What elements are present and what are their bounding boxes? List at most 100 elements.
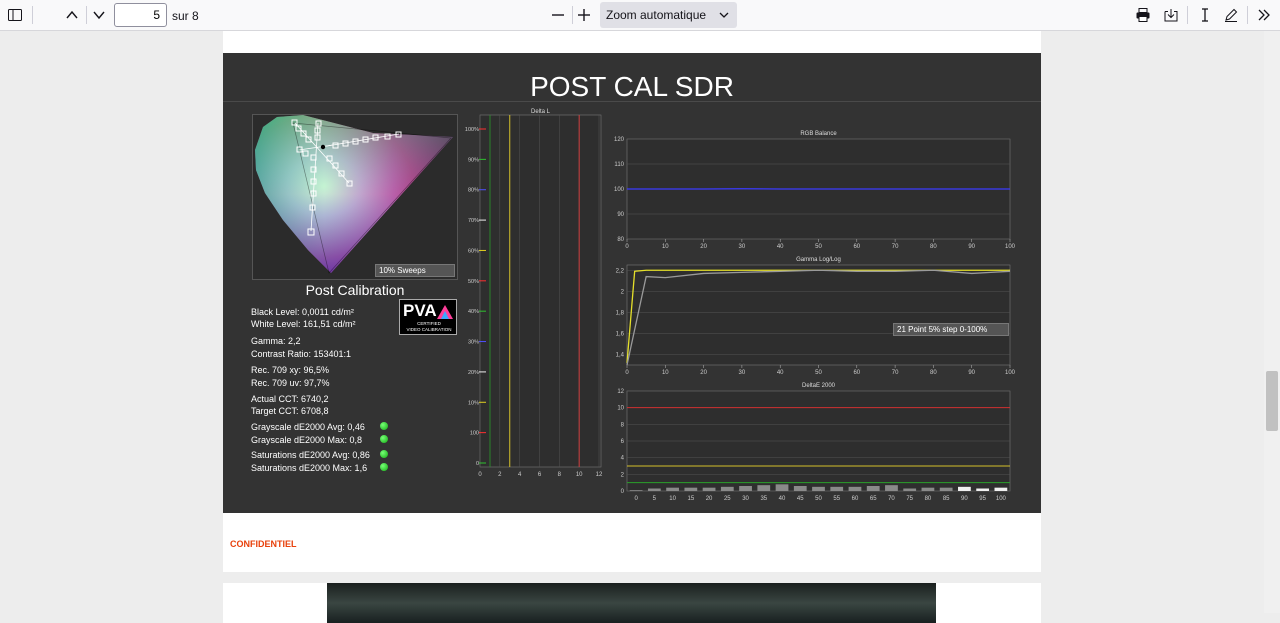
- x-tick-label: 90: [968, 370, 975, 376]
- bar: [776, 484, 789, 491]
- x-tick-label: 100: [996, 496, 1007, 502]
- bar: [648, 489, 661, 492]
- y-tick-label: 100%: [465, 127, 479, 133]
- pdf-toolbar: 5 sur 8 Zoom automatique: [0, 0, 1280, 31]
- x-tick-label: 60: [853, 244, 860, 250]
- x-tick-label: 90: [961, 496, 968, 502]
- y-tick-label: 90%: [468, 157, 479, 163]
- x-tick-label: 35: [760, 496, 767, 502]
- x-tick-label: 10: [669, 496, 676, 502]
- x-tick-label: 10: [662, 244, 669, 250]
- x-tick-label: 65: [870, 496, 877, 502]
- bar: [958, 487, 971, 491]
- x-tick-label: 30: [739, 244, 746, 250]
- x-tick-label: 70: [892, 370, 899, 376]
- calibration-charts: Delta L024681012100%90%80%70%60%50%40%30…: [223, 53, 1041, 513]
- chart-title: Gamma Log/Log: [796, 257, 841, 263]
- draw-pen-icon[interactable]: [1219, 4, 1243, 26]
- vertical-scrollbar[interactable]: [1264, 31, 1280, 613]
- chart-title: Delta L: [531, 109, 551, 115]
- bar: [830, 487, 843, 491]
- y-tick-label: 80%: [468, 188, 479, 194]
- x-tick-label: 100: [1005, 244, 1016, 250]
- y-tick-label: 1,4: [616, 352, 625, 358]
- y-tick-label: 90: [617, 212, 624, 218]
- y-tick-label: 20%: [468, 370, 479, 376]
- zoom-in-icon[interactable]: [572, 4, 596, 26]
- x-tick-label: 20: [706, 496, 713, 502]
- y-tick-label: 40%: [468, 309, 479, 315]
- bar: [903, 489, 916, 492]
- bar: [849, 487, 862, 491]
- x-tick-label: 6: [538, 472, 542, 478]
- bar: [757, 485, 770, 491]
- zoom-select[interactable]: Zoom automatique: [600, 2, 737, 28]
- x-tick-label: 45: [797, 496, 804, 502]
- y-tick-label: 70%: [468, 218, 479, 224]
- x-tick-label: 60: [852, 496, 859, 502]
- y-tick-label: 2,2: [616, 268, 625, 274]
- previous-page-icon[interactable]: [60, 4, 84, 26]
- y-tick-label: 50%: [468, 279, 479, 285]
- sidebar-toggle-icon[interactable]: [3, 4, 27, 26]
- x-tick-label: 12: [596, 472, 603, 478]
- y-tick-label: 1,8: [616, 310, 625, 316]
- page-image: [327, 583, 936, 623]
- toolbar-separator: [1247, 6, 1248, 24]
- x-tick-label: 0: [625, 244, 629, 250]
- plot-area: [627, 265, 1010, 365]
- x-tick-label: 8: [558, 472, 562, 478]
- bar: [666, 488, 679, 491]
- bar: [739, 486, 752, 491]
- x-tick-label: 20: [700, 244, 707, 250]
- gamma-step-select[interactable]: 21 Point 5% step 0-100%: [893, 323, 1009, 336]
- plot-area: [480, 115, 601, 467]
- y-tick-label: 100: [614, 187, 625, 193]
- x-tick-label: 40: [777, 244, 784, 250]
- toolbar-separator: [32, 6, 33, 24]
- x-tick-label: 40: [777, 370, 784, 376]
- bar: [794, 486, 807, 491]
- bar: [940, 488, 953, 491]
- x-tick-label: 25: [724, 496, 731, 502]
- y-tick-label: 8: [621, 422, 625, 428]
- chart-title: DeltaE 2000: [802, 383, 836, 389]
- pdf-page: POST CAL SDR: [223, 31, 1041, 572]
- y-tick-label: 4: [621, 456, 625, 462]
- next-page-icon[interactable]: [87, 4, 111, 26]
- bar: [684, 488, 697, 491]
- y-tick-label: 80: [617, 237, 624, 243]
- bar: [976, 489, 989, 492]
- text-cursor-icon[interactable]: [1193, 4, 1217, 26]
- x-tick-label: 10: [662, 370, 669, 376]
- chevron-down-icon: [719, 10, 729, 20]
- x-tick-label: 100: [1005, 370, 1016, 376]
- zoom-out-icon[interactable]: [546, 4, 570, 26]
- y-tick-label: 10: [617, 406, 624, 412]
- more-tools-icon[interactable]: [1252, 4, 1276, 26]
- y-tick-label: 10%: [468, 400, 479, 406]
- x-tick-label: 60: [853, 370, 860, 376]
- y-tick-label: 0: [476, 461, 479, 467]
- x-tick-label: 50: [815, 496, 822, 502]
- download-icon[interactable]: [1159, 4, 1183, 26]
- y-tick-label: 1,6: [616, 331, 625, 337]
- bar: [812, 487, 825, 491]
- x-tick-label: 0: [634, 496, 638, 502]
- y-tick-label: 6: [621, 439, 625, 445]
- x-tick-label: 4: [518, 472, 522, 478]
- y-tick-label: 120: [614, 137, 625, 143]
- x-tick-label: 75: [906, 496, 913, 502]
- y-tick-label: 2: [621, 289, 625, 295]
- scrollbar-thumb[interactable]: [1266, 371, 1278, 431]
- x-tick-label: 30: [742, 496, 749, 502]
- x-tick-label: 80: [930, 244, 937, 250]
- x-tick-label: 10: [576, 472, 583, 478]
- print-icon[interactable]: [1131, 4, 1155, 26]
- bar: [885, 485, 898, 491]
- page-number-input[interactable]: 5: [114, 3, 167, 27]
- page-count-label: sur 8: [172, 9, 199, 23]
- bar: [922, 488, 935, 491]
- bar: [867, 486, 880, 491]
- y-tick-label: 0: [621, 489, 625, 495]
